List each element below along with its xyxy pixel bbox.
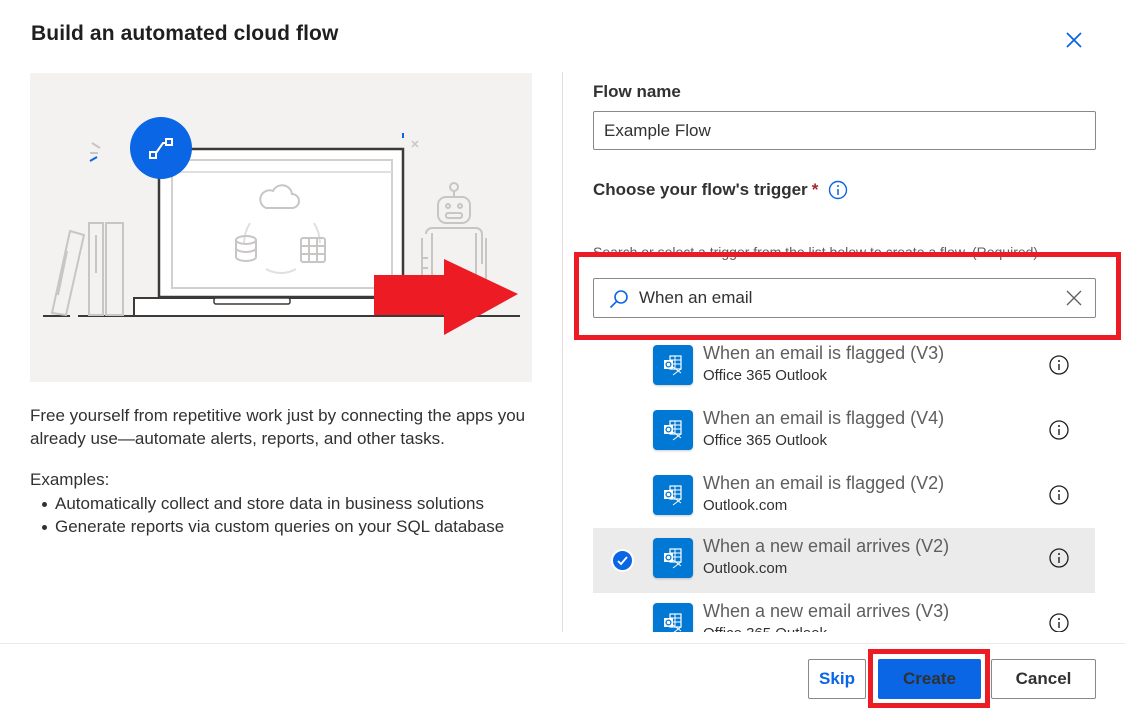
trigger-title: When an email is flagged (V2) <box>703 473 945 493</box>
trigger-connector: Outlook.com <box>703 560 788 577</box>
info-icon <box>1049 420 1069 440</box>
trigger-connector: Office 365 Outlook <box>703 625 827 632</box>
info-icon <box>1049 548 1069 568</box>
trigger-list-item[interactable]: When an email is flagged (V4) Office 365… <box>593 400 1095 465</box>
trigger-connector: Office 365 Outlook <box>703 367 827 384</box>
trigger-search-box[interactable] <box>593 278 1096 318</box>
flow-badge-icon <box>89 117 192 179</box>
trigger-list-item[interactable]: When an email is flagged (V2) Outlook.co… <box>593 465 1095 530</box>
info-icon <box>1049 485 1069 505</box>
trigger-title: When an email is flagged (V3) <box>703 343 945 363</box>
outlook-icon <box>653 345 693 385</box>
info-icon <box>1049 613 1069 632</box>
trigger-info-button[interactable] <box>1048 612 1070 632</box>
cancel-button[interactable]: Cancel <box>991 659 1096 699</box>
trigger-info-button[interactable] <box>1048 547 1070 569</box>
trigger-info-button[interactable] <box>1048 484 1070 506</box>
flow-name-input[interactable] <box>593 111 1096 150</box>
dialog-title: Build an automated cloud flow <box>31 22 339 45</box>
trigger-label-text: Choose your flow's trigger <box>593 180 808 199</box>
trigger-helper-text: Search or select a trigger from the list… <box>593 244 1039 260</box>
selected-check-icon <box>611 549 634 572</box>
trigger-info-button[interactable] <box>1048 419 1070 441</box>
examples-label: Examples: <box>30 470 110 489</box>
trigger-list-item[interactable]: When an email is flagged (V3) Office 365… <box>593 335 1095 400</box>
trigger-title: When a new email arrives (V3) <box>703 601 950 621</box>
hero-illustration <box>30 73 532 382</box>
pane-divider <box>562 72 563 632</box>
trigger-list: When an email is flagged (V3) Office 365… <box>593 335 1095 632</box>
trigger-list-item[interactable]: When a new email arrives (V2) Outlook.co… <box>593 528 1095 593</box>
footer-divider <box>0 643 1125 644</box>
create-button[interactable]: Create <box>878 659 981 699</box>
trigger-title: When a new email arrives (V2) <box>703 536 950 556</box>
example-item: Generate reports via custom queries on y… <box>30 515 504 538</box>
outlook-icon <box>653 475 693 515</box>
examples-list: Automatically collect and store data in … <box>30 492 504 538</box>
trigger-label: Choose your flow's trigger * <box>593 180 818 200</box>
outlook-icon <box>653 603 693 632</box>
search-icon <box>609 290 628 309</box>
close-icon <box>1066 32 1082 48</box>
example-item: Automatically collect and store data in … <box>30 492 504 515</box>
trigger-title: When an email is flagged (V4) <box>703 408 945 428</box>
clear-search-icon[interactable] <box>1065 289 1083 307</box>
trigger-connector: Office 365 Outlook <box>703 432 827 449</box>
outlook-icon <box>653 410 693 450</box>
trigger-connector: Outlook.com <box>703 497 788 514</box>
close-button[interactable] <box>1062 29 1086 51</box>
info-icon <box>1049 355 1069 375</box>
sparkle-icon <box>402 133 419 148</box>
trigger-info-button[interactable] <box>1048 354 1070 376</box>
required-marker: * <box>811 180 819 199</box>
trigger-info-button[interactable] <box>828 180 848 200</box>
books-icon <box>50 222 124 317</box>
build-flow-dialog: Build an automated cloud flow Free yours… <box>0 0 1125 713</box>
trigger-search-input[interactable] <box>639 279 1039 317</box>
description-text: Free yourself from repetitive work just … <box>30 406 526 448</box>
outlook-icon <box>653 538 693 578</box>
trigger-list-item[interactable]: When a new email arrives (V3) Office 365… <box>593 593 1095 632</box>
info-icon <box>828 180 848 200</box>
flow-name-label: Flow name <box>593 82 681 101</box>
skip-button[interactable]: Skip <box>808 659 866 699</box>
